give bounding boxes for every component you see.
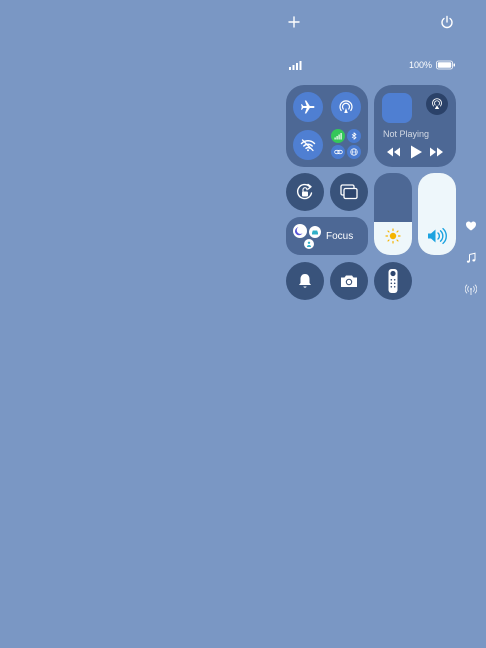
play-button[interactable] (409, 144, 423, 160)
music-page-indicator[interactable] (465, 252, 479, 266)
signal-indicator (288, 60, 304, 70)
airdrop-icon (339, 100, 353, 113)
brightness-slider[interactable] (374, 173, 412, 255)
favorites-page-indicator[interactable] (465, 220, 479, 234)
focus-label: Focus (326, 231, 354, 242)
forward-icon (430, 147, 443, 157)
music-note-icon (466, 252, 476, 263)
silent-mode-button[interactable] (286, 262, 324, 300)
wifi-button[interactable] (293, 130, 323, 160)
airplay-icon (432, 98, 442, 109)
speaker-icon (428, 227, 447, 245)
focus-driving-badge (309, 226, 321, 238)
airplane-icon (301, 100, 315, 114)
cellular-data-button[interactable] (331, 129, 345, 143)
connectivity-page-indicator[interactable] (465, 284, 479, 298)
focus-person-badge (304, 239, 314, 249)
bluetooth-icon (351, 132, 357, 140)
car-icon (312, 230, 318, 235)
power-icon (441, 15, 453, 29)
camera-icon (341, 275, 357, 287)
wifi-icon (300, 139, 316, 152)
next-track-button[interactable] (429, 146, 445, 158)
airplane-mode-button[interactable] (293, 92, 323, 122)
sun-icon-wrap (385, 228, 401, 244)
camera-button[interactable] (330, 262, 368, 300)
bluetooth-button[interactable] (347, 129, 361, 143)
album-artwork (382, 93, 412, 123)
globe-icon (350, 148, 358, 156)
screen-mirroring-button[interactable] (330, 173, 368, 211)
battery-indicator (436, 60, 456, 70)
antenna-icon (465, 284, 477, 295)
rotation-lock-icon (297, 183, 313, 200)
add-button[interactable] (286, 14, 302, 30)
link-icon (333, 149, 343, 155)
apple-tv-remote-button[interactable] (374, 262, 412, 300)
vpn-button[interactable] (347, 145, 361, 159)
now-playing-status: Not Playing (383, 129, 430, 139)
previous-track-button[interactable] (385, 146, 401, 158)
airdrop-button[interactable] (331, 92, 361, 122)
rotation-lock-button[interactable] (286, 173, 324, 211)
battery-percentage: 100% (409, 60, 433, 70)
sun-icon (385, 228, 401, 244)
focus-moon-badge (293, 224, 307, 238)
battery-icon (436, 60, 455, 70)
cellular-signal-icon (289, 61, 302, 70)
airplay-button[interactable] (426, 93, 448, 115)
person-icon (307, 241, 311, 247)
backward-icon (387, 147, 400, 157)
screen-mirror-icon (340, 184, 358, 200)
play-icon (411, 145, 422, 159)
remote-icon (388, 269, 398, 293)
speaker-icon-wrap (426, 227, 448, 245)
cellular-icon (334, 133, 342, 140)
plus-icon (288, 16, 300, 28)
power-button[interactable] (439, 14, 455, 30)
hotspot-button[interactable] (331, 145, 345, 159)
bell-icon (299, 274, 311, 288)
volume-slider[interactable] (418, 173, 456, 255)
heart-icon (466, 221, 476, 231)
moon-icon (295, 227, 303, 236)
